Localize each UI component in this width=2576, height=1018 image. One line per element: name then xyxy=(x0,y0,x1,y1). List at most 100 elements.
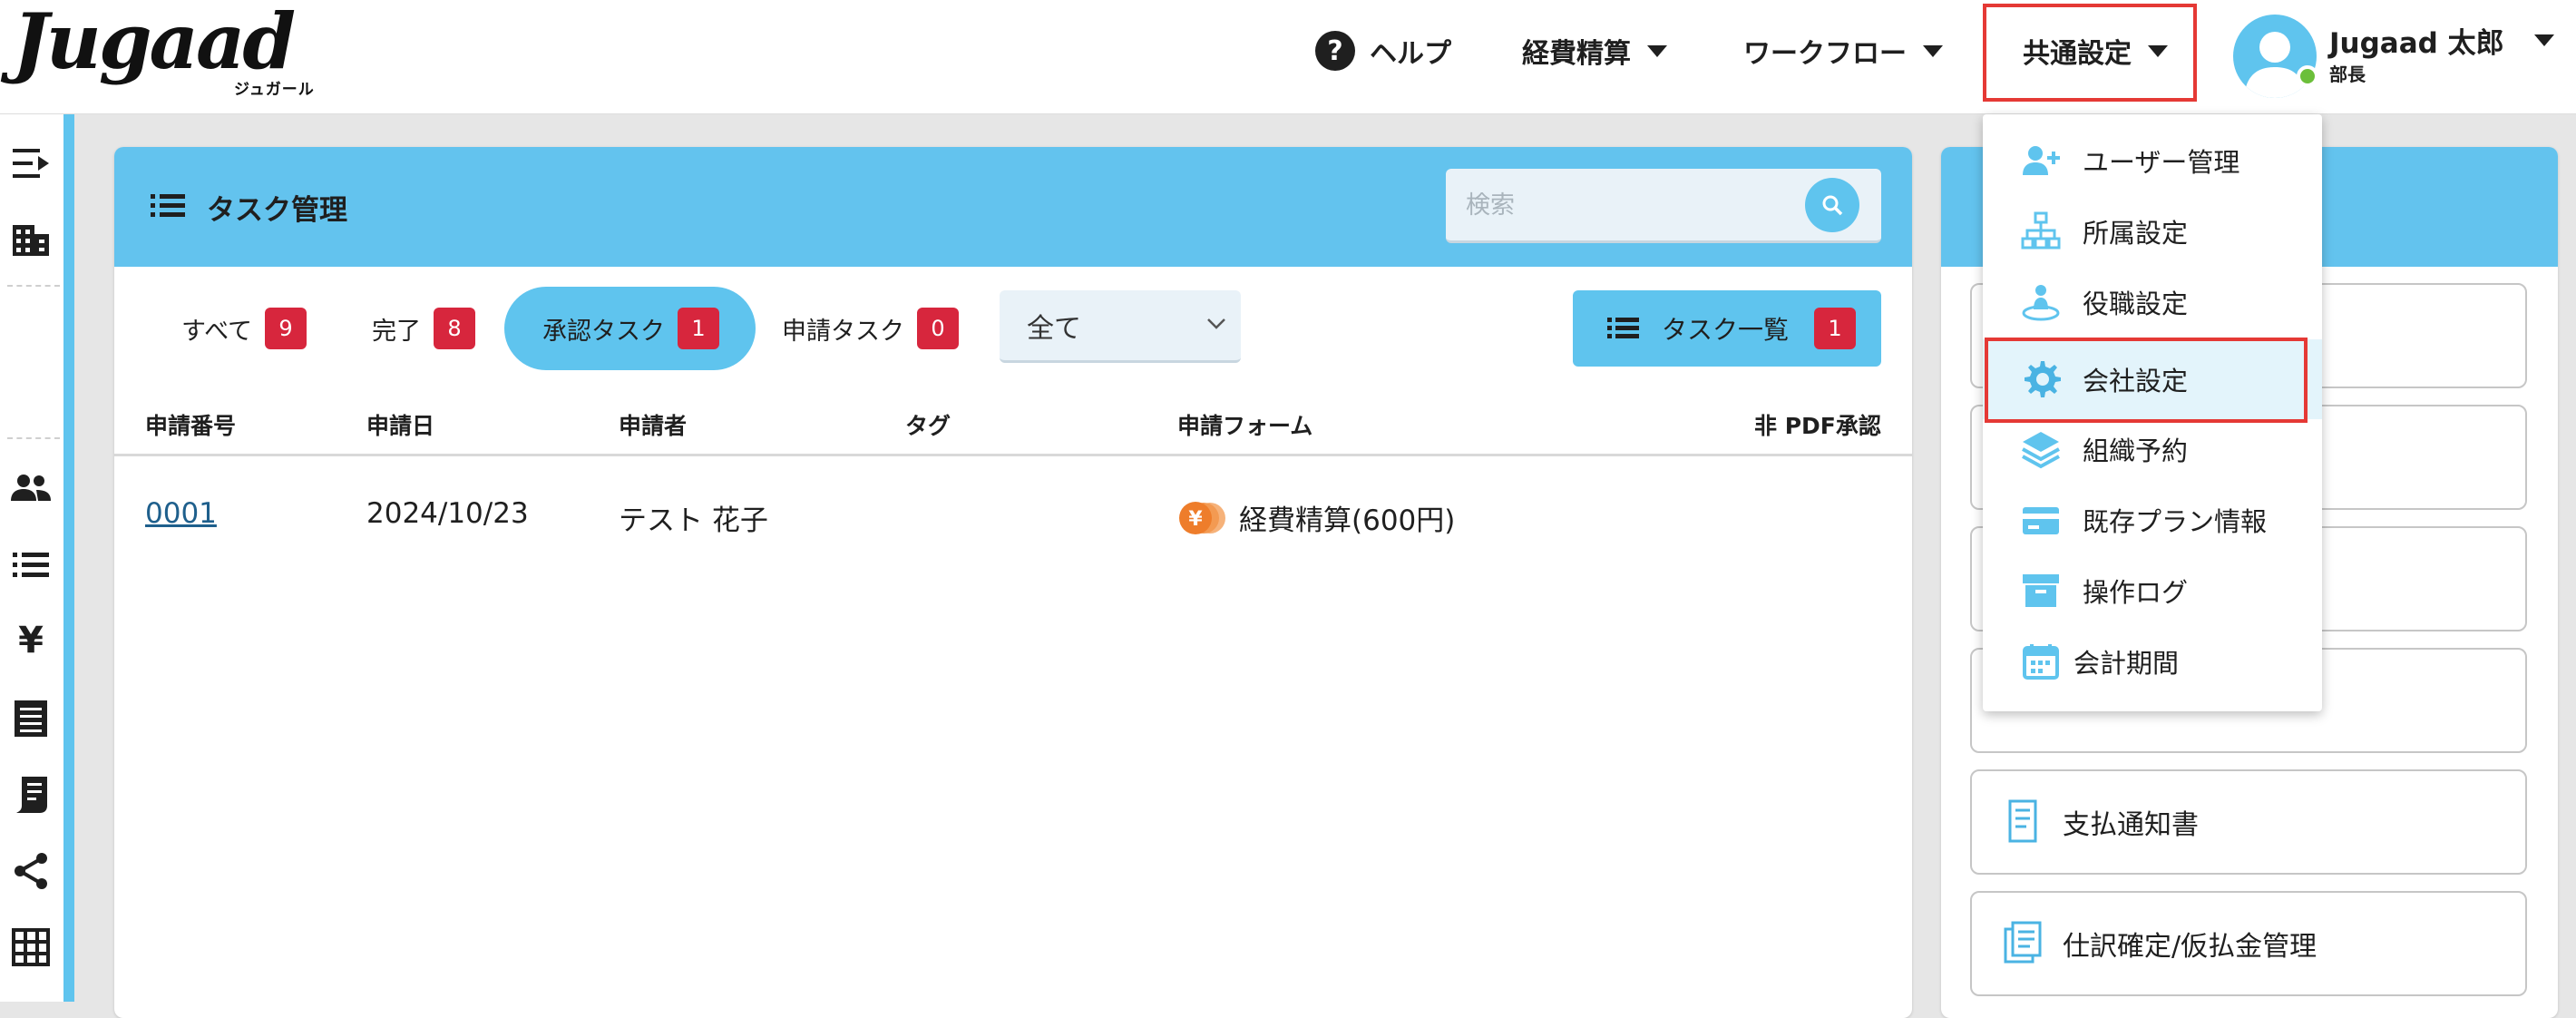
expand-menu-icon[interactable] xyxy=(7,140,54,187)
request-date: 2024/10/23 xyxy=(366,497,529,530)
position-icon xyxy=(2022,285,2060,321)
grid-table-icon[interactable] xyxy=(7,924,54,971)
nav-expense-label: 経費精算 xyxy=(1522,38,1631,70)
highlight-frame-nav xyxy=(1983,4,2197,102)
column-header[interactable]: 申請フォーム xyxy=(1177,408,1312,441)
filter-label: 申請タスク xyxy=(782,317,904,346)
column-header[interactable]: 申請者 xyxy=(619,408,687,441)
task-list-button[interactable]: タスク一覧 1 xyxy=(1573,290,1881,367)
nav-help[interactable]: ? ヘルプ xyxy=(1315,27,1451,74)
task-list-label: タスク一覧 xyxy=(1662,315,1790,345)
building-icon[interactable] xyxy=(7,216,54,263)
card-header: タスク管理 xyxy=(114,147,1912,267)
nav-expense[interactable]: 経費精算 xyxy=(1522,27,1667,74)
column-header[interactable]: 申請日 xyxy=(366,408,434,441)
logo-subtitle: ジュガール xyxy=(234,81,315,99)
logo[interactable]: Jugaad ジュガール xyxy=(13,0,321,100)
caret-down-icon xyxy=(1923,44,1943,57)
journal-management-button[interactable]: 仕訳確定/仮払金管理 xyxy=(1970,891,2527,996)
filter-label: すべて xyxy=(181,317,253,346)
rail-divider xyxy=(7,437,60,439)
search-input[interactable] xyxy=(1466,185,1792,225)
request-form[interactable]: 経費精算(600円) xyxy=(1239,497,1455,538)
user-name[interactable]: Jugaad 太郎 xyxy=(2329,20,2504,61)
receipt-list-icon[interactable] xyxy=(7,695,54,742)
table-header-divider xyxy=(114,454,1912,456)
request-number-link[interactable]: 0001 xyxy=(145,497,217,530)
filter-approval-tasks[interactable]: 承認タスク 1 xyxy=(504,287,756,370)
menu-item-label: 既存プラン情報 xyxy=(2083,506,2268,537)
count-badge: 0 xyxy=(917,308,959,349)
menu-item-position[interactable]: 役職設定 xyxy=(1983,267,2322,338)
menu-item-affiliation[interactable]: 所属設定 xyxy=(1983,196,2322,267)
menu-item-fiscal-period[interactable]: 会計期間 xyxy=(1983,626,2322,697)
list-icon xyxy=(149,192,187,223)
nav-workflow[interactable]: ワークフロー xyxy=(1743,27,1943,74)
svg-text:¥: ¥ xyxy=(1188,508,1203,531)
payment-notice-button[interactable]: 支払通知書 xyxy=(1970,769,2527,875)
count-badge: 8 xyxy=(434,308,475,349)
coin-yen-icon: ¥ xyxy=(1176,497,1226,539)
left-rail: ¥ xyxy=(0,114,63,1002)
search-button[interactable] xyxy=(1805,178,1859,232)
applicant: テスト 花子 xyxy=(619,504,768,537)
invoice-icon[interactable] xyxy=(7,771,54,818)
calendar-icon xyxy=(2023,644,2059,680)
list-icon[interactable] xyxy=(7,541,54,588)
top-header: Jugaad ジュガール ? ヘルプ 経費精算 ワークフロー 共通設定 Juga… xyxy=(0,0,2576,114)
menu-item-label: 所属設定 xyxy=(2083,218,2189,249)
menu-item-user-management[interactable]: ユーザー管理 xyxy=(1983,125,2322,196)
menu-item-label: 会計期間 xyxy=(2073,648,2180,679)
count-badge: 1 xyxy=(1814,308,1857,349)
menu-item-label: 役職設定 xyxy=(2083,289,2189,319)
people-icon[interactable] xyxy=(7,465,54,512)
menu-item-label: 会社設定 xyxy=(2083,366,2189,396)
nav-help-label: ヘルプ xyxy=(1370,38,1451,70)
column-header[interactable]: 申請番号 xyxy=(145,408,236,441)
menu-item-organization-reservation[interactable]: 組織予約 xyxy=(1983,414,2322,485)
online-status-dot xyxy=(2297,65,2318,87)
chevron-down-icon xyxy=(1207,318,1225,329)
user-plus-icon xyxy=(2023,146,2060,175)
search-icon xyxy=(1822,195,1843,216)
payment-notice-label: 支払通知書 xyxy=(2063,809,2199,841)
filter-done[interactable]: 完了 8 xyxy=(372,287,475,370)
column-header[interactable]: タグ xyxy=(905,408,951,441)
archive-icon xyxy=(2023,574,2059,607)
menu-item-label: 操作ログ xyxy=(2083,577,2189,608)
column-header[interactable]: 非 PDF承認 xyxy=(1754,408,1881,441)
count-badge: 9 xyxy=(265,308,307,349)
page-title: タスク管理 xyxy=(207,194,347,227)
logo-text: Jugaad xyxy=(13,0,296,86)
count-badge: 1 xyxy=(678,308,719,349)
common-settings-dropdown: ユーザー管理 所属設定 役職設定 会社設定 組織予約 既存プラン情報 操作ログ … xyxy=(1983,114,2322,711)
task-management-card: タスク管理 xyxy=(114,147,1912,1018)
menu-item-plan-info[interactable]: 既存プラン情報 xyxy=(1983,485,2322,555)
rail-accent-stripe xyxy=(63,114,74,1002)
gear-icon xyxy=(2025,361,2061,397)
user-role: 部長 xyxy=(2329,64,2366,85)
nav-workflow-label: ワークフロー xyxy=(1743,38,1907,70)
receipt-icon xyxy=(2003,798,2043,851)
filter-all[interactable]: すべて 9 xyxy=(181,287,307,370)
menu-item-label: ユーザー管理 xyxy=(2083,147,2240,178)
select-value: 全て xyxy=(1027,312,1081,345)
menu-item-operation-log[interactable]: 操作ログ xyxy=(1983,555,2322,626)
caret-down-icon xyxy=(1647,44,1667,57)
share-icon[interactable] xyxy=(7,847,54,895)
menu-item-label: 組織予約 xyxy=(2083,436,2189,466)
journal-icon xyxy=(2003,920,2043,973)
menu-item-company-settings[interactable]: 会社設定 xyxy=(1983,339,2322,419)
layers-icon xyxy=(2022,432,2060,469)
journal-management-label: 仕訳確定/仮払金管理 xyxy=(2063,931,2317,963)
help-icon: ? xyxy=(1315,31,1355,71)
filter-request-tasks[interactable]: 申請タスク 0 xyxy=(782,287,959,370)
filter-label: 承認タスク xyxy=(542,317,665,346)
filter-label: 完了 xyxy=(372,317,421,346)
rail-divider xyxy=(7,285,60,287)
user-menu-caret-icon[interactable] xyxy=(2534,34,2554,46)
list-icon xyxy=(1607,318,1639,338)
yen-icon[interactable]: ¥ xyxy=(7,617,54,664)
filter-select[interactable]: 全て xyxy=(1000,290,1241,363)
org-tree-icon xyxy=(2021,211,2061,250)
